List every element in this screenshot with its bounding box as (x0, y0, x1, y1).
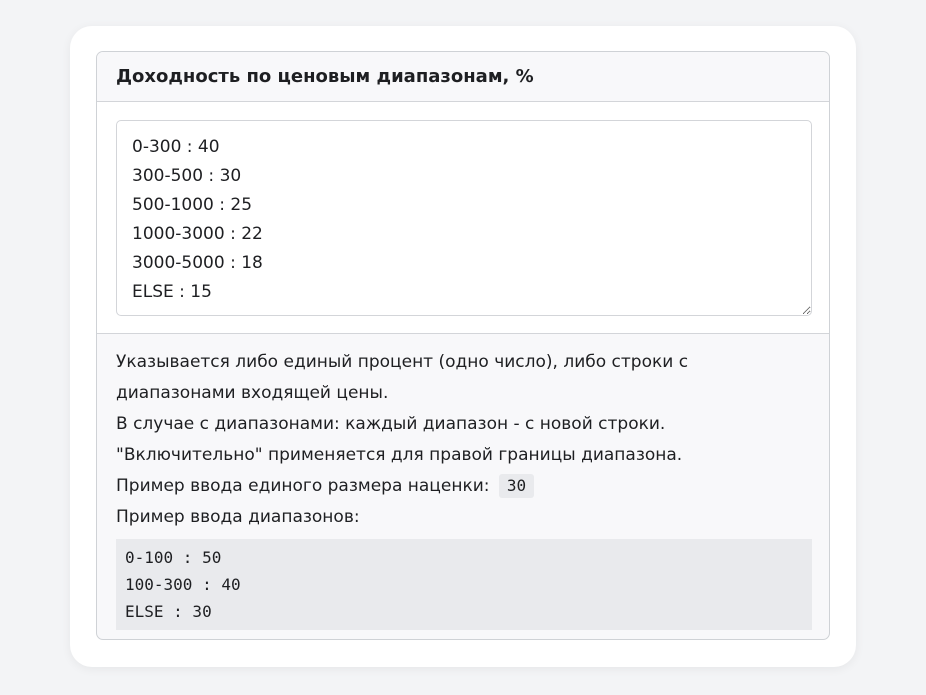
help-text-ranges-example: Пример ввода диапазонов: (116, 507, 360, 527)
panel-body (97, 102, 829, 334)
code-line: 0-100 : 50 (125, 548, 222, 567)
panel-header: Доходность по ценовым диапазонам, % (97, 52, 829, 102)
help-text-ranges: В случае с диапазонами: каждый диапазон … (116, 414, 683, 465)
panel-title: Доходность по ценовым диапазонам, % (116, 66, 534, 87)
price-ranges-textarea[interactable] (116, 120, 812, 316)
help-text-single-example: Пример ввода единого размера наценки: 30 (116, 471, 810, 502)
single-example-label: Пример ввода единого размера наценки: (116, 476, 490, 496)
help-section: Указывается либо единый процент (одно чи… (97, 334, 829, 630)
code-line: 100-300 : 40 (125, 575, 241, 594)
settings-card: Доходность по ценовым диапазонам, % Указ… (70, 26, 856, 667)
price-range-panel: Доходность по ценовым диапазонам, % Указ… (96, 51, 830, 640)
ranges-example-code-block: 0-100 : 50 100-300 : 40 ELSE : 30 (116, 539, 812, 630)
single-example-code: 30 (498, 474, 535, 498)
help-text-format: Указывается либо единый процент (одно чи… (116, 352, 689, 403)
code-line: ELSE : 30 (125, 602, 212, 621)
